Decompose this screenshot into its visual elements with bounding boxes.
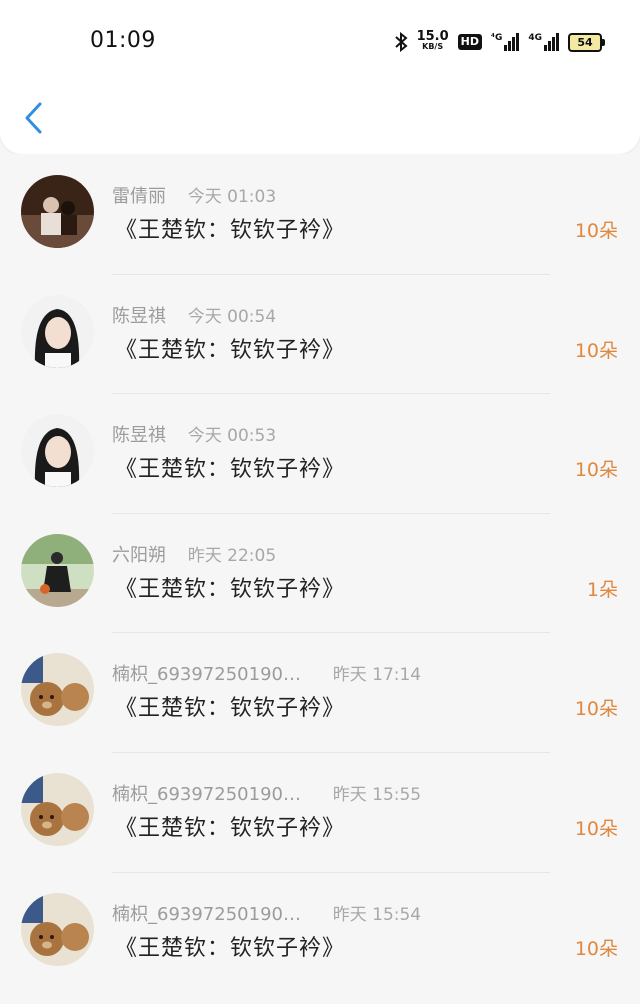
signal-icon: ⁴G	[491, 33, 520, 51]
battery-level: 54	[577, 35, 593, 49]
avatar[interactable]	[21, 653, 94, 727]
work-title: 《王楚钦：钦钦子衿》	[115, 696, 346, 722]
timestamp: 昨天 15:55	[332, 784, 422, 805]
speed-value: 15.0	[416, 29, 449, 44]
item-meta: 雷倩丽 今天 01:03	[112, 182, 276, 208]
flower-count: 10朵	[574, 459, 618, 482]
avatar-teddy-bears	[21, 892, 94, 966]
sender-name: 六阳朔	[112, 544, 166, 566]
flower-count: 10朵	[574, 817, 618, 840]
sender-name: 楠枳_69397250190…	[112, 903, 301, 925]
flower-count: 10朵	[574, 339, 618, 362]
network-label-2: 4G	[528, 33, 542, 43]
work-title: 《王楚钦：钦钦子衿》	[115, 815, 346, 841]
work-title: 《王楚钦：钦钦子衿》	[115, 935, 346, 961]
network-label: ⁴G	[491, 33, 503, 43]
avatar-teddy-bears	[21, 772, 94, 846]
avatar[interactable]	[21, 294, 94, 368]
sender-name: 陈昱祺	[112, 305, 166, 327]
avatar-teddy-bears	[21, 653, 94, 727]
flower-count: 10朵	[574, 698, 618, 721]
avatar-person-outdoor	[21, 533, 94, 607]
timestamp: 今天 00:54	[187, 306, 277, 327]
avatar[interactable]	[21, 533, 94, 607]
back-button[interactable]	[22, 100, 48, 136]
status-time: 01:09	[90, 28, 156, 53]
work-title: 《王楚钦：钦钦子衿》	[115, 218, 346, 243]
network-speed: 15.0 KB/S	[416, 29, 449, 52]
top-bar: 01:09 15.0 KB/S HD ⁴G 4G 54	[0, 0, 640, 154]
work-title: 《王楚钦：钦钦子衿》	[115, 576, 346, 602]
item-meta: 楠枳_69397250190… 昨天 15:55	[112, 780, 421, 806]
sender-name: 楠枳_69397250190…	[112, 783, 301, 805]
avatar[interactable]	[21, 175, 94, 248]
avatar[interactable]	[21, 892, 94, 966]
sender-name: 楠枳_69397250190…	[112, 664, 301, 686]
timestamp: 今天 01:03	[187, 187, 277, 207]
speed-unit: KB/S	[422, 42, 444, 51]
item-meta: 六阳朔 昨天 22:05	[112, 541, 276, 567]
bluetooth-icon	[394, 32, 408, 52]
avatar-woman-portrait	[21, 294, 94, 368]
work-title: 《王楚钦：钦钦子衿》	[115, 457, 346, 483]
list-item[interactable]: 楠枳_69397250190… 昨天 15:54 《王楚钦：钦钦子衿》 10朵	[0, 871, 640, 992]
signal-icon-2: 4G	[528, 33, 559, 51]
avatar[interactable]	[21, 414, 94, 488]
list-item[interactable]: 楠枳_69397250190… 昨天 17:14 《王楚钦：钦钦子衿》 10朵	[0, 632, 640, 752]
item-meta: 楠枳_69397250190… 昨天 15:54	[112, 900, 421, 926]
battery-icon: 54	[568, 32, 605, 52]
chevron-left-icon	[25, 102, 42, 134]
flower-count: 1朵	[586, 578, 618, 601]
sender-name: 陈昱祺	[112, 425, 166, 447]
timestamp: 昨天 22:05	[187, 545, 277, 566]
hd-icon: HD	[457, 34, 482, 50]
flower-count: 10朵	[574, 220, 618, 242]
list-item[interactable]: 雷倩丽 今天 01:03 《王楚钦：钦钦子衿》 10朵	[0, 154, 640, 274]
avatar-woman-portrait	[21, 414, 94, 488]
timestamp: 昨天 15:54	[332, 904, 422, 925]
item-meta: 陈昱祺 今天 00:54	[112, 302, 276, 328]
list-item[interactable]: 楠枳_69397250190… 昨天 15:55 《王楚钦：钦钦子衿》 10朵	[0, 751, 640, 872]
sender-name: 雷倩丽	[112, 186, 166, 207]
avatar-couple-dark	[21, 175, 94, 248]
timestamp: 昨天 17:14	[332, 665, 422, 686]
status-icons: 15.0 KB/S HD ⁴G 4G 54	[394, 28, 605, 56]
avatar[interactable]	[21, 772, 94, 846]
flower-count: 10朵	[574, 937, 618, 960]
item-meta: 陈昱祺 今天 00:53	[112, 421, 276, 447]
list-item[interactable]: 陈昱祺 今天 00:53 《王楚钦：钦钦子衿》 10朵	[0, 393, 640, 513]
item-meta: 楠枳_69397250190… 昨天 17:14	[112, 660, 421, 686]
timestamp: 今天 00:53	[187, 426, 277, 447]
list-item[interactable]: 陈昱祺 今天 00:54 《王楚钦：钦钦子衿》 10朵	[0, 273, 640, 394]
work-title: 《王楚钦：钦钦子衿》	[115, 337, 346, 363]
gift-list: 雷倩丽 今天 01:03 《王楚钦：钦钦子衿》 10朵 陈昱祺 今天 00:54…	[0, 154, 640, 992]
list-item[interactable]: 六阳朔 昨天 22:05 《王楚钦：钦钦子衿》 1朵	[0, 512, 640, 633]
